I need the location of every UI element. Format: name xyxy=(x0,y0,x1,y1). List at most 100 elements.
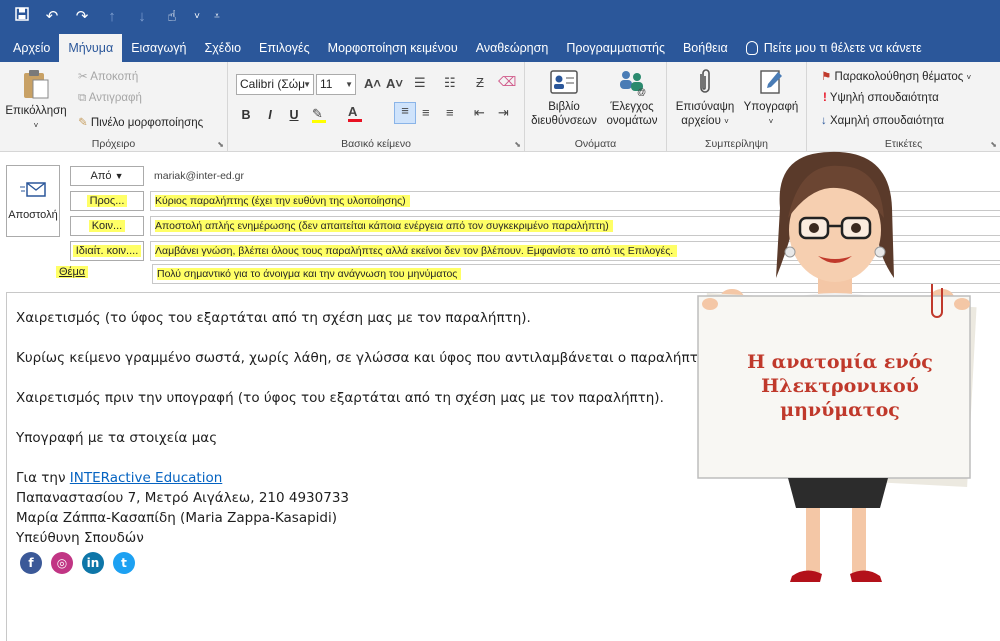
underline-button[interactable]: U xyxy=(284,108,304,122)
touch-mode-dropdown-icon[interactable]: ˅ xyxy=(192,7,202,27)
body-closing: Χαιρετισμός πριν την υπογραφή (το ύφος τ… xyxy=(16,390,664,406)
copy-icon: ⧉ xyxy=(78,92,87,104)
brush-icon: ✎ xyxy=(78,117,88,129)
signature-button[interactable]: Υπογραφή ˅ xyxy=(739,68,803,129)
chevron-down-icon: ▼ xyxy=(114,171,124,181)
attach-label-2: αρχείου xyxy=(681,115,721,127)
instagram-icon[interactable]: ◎ xyxy=(51,552,73,574)
tab-message[interactable]: Μήνυμα xyxy=(59,34,123,62)
increase-indent-icon[interactable]: ⇥ xyxy=(498,105,509,121)
paste-label: Επικόλληση xyxy=(5,105,67,117)
body-main-text: Κυρίως κείμενο γραμμένο σωστά, χωρίς λάθ… xyxy=(16,350,719,366)
customize-icon[interactable]: ⩡ xyxy=(212,7,222,27)
format-painter-label: Πινέλο μορφοποίησης xyxy=(90,117,204,129)
check-names-label-1: Έλεγχος xyxy=(610,101,654,113)
tell-me-box[interactable]: Πείτε μου τι θέλετε να κάνετε xyxy=(737,34,931,62)
signature-role: Υπεύθυνη Σπουδών xyxy=(16,530,144,546)
arrow-down-icon[interactable]: ↓ xyxy=(132,7,152,27)
bullets-icon[interactable]: ☰ xyxy=(414,75,426,91)
send-button[interactable]: Αποστολή xyxy=(6,165,60,237)
format-painter-button[interactable]: ✎ Πινέλο μορφοποίησης xyxy=(78,115,203,129)
twitter-icon[interactable]: t xyxy=(113,552,135,574)
arrow-down-icon: ↓ xyxy=(821,115,827,127)
paste-icon xyxy=(24,70,49,99)
chevron-down-icon: ▼ xyxy=(345,80,353,89)
flag-icon: ⚑ xyxy=(821,71,832,83)
subject-value: Πολύ σημαντικό για το άνοιγμα και την αν… xyxy=(157,268,462,280)
tab-help[interactable]: Βοήθεια xyxy=(674,34,737,62)
from-button[interactable]: Από ▼ xyxy=(70,166,144,186)
sign-title-line-2: Ηλεκτρονικού xyxy=(761,375,919,397)
dialog-launcher-icon[interactable]: ⬊ xyxy=(217,140,224,149)
undo-icon[interactable]: ↶ xyxy=(42,7,62,27)
signature-company-line: Για την INTERactive Education xyxy=(16,470,222,486)
bcc-label: Ιδιαίτ. κοιν.... xyxy=(72,245,142,257)
save-icon[interactable] xyxy=(12,7,32,27)
signature-name: Μαρία Ζάππα-Κασαπίδη (Maria Zappa-Kasapi… xyxy=(16,510,338,526)
bcc-button[interactable]: Ιδιαίτ. κοιν.... xyxy=(70,241,144,261)
highlight-icon[interactable]: ✎ xyxy=(312,106,326,123)
check-names-button[interactable]: @ Έλεγχος ονομάτων xyxy=(601,68,663,128)
send-icon xyxy=(20,182,46,197)
follow-up-button[interactable]: ⚑ Παρακολούθηση θέματος ˅ xyxy=(821,69,971,83)
cut-button[interactable]: ✂ Αποκοπή xyxy=(78,69,138,83)
signature-icon xyxy=(760,70,782,94)
font-size-select[interactable]: 11 ▼ xyxy=(316,74,356,95)
grow-font-icon[interactable]: A˄ xyxy=(364,76,381,91)
body-greeting: Χαιρετισμός (το ύφος του εξαρτάται από τ… xyxy=(16,310,531,326)
copy-button[interactable]: ⧉ Αντιγραφή xyxy=(78,92,142,105)
numbering-icon[interactable]: ☷ xyxy=(444,75,456,91)
touch-mode-icon[interactable]: ☝ xyxy=(162,7,182,27)
high-importance-button[interactable]: ! Υψηλή σπουδαιότητα xyxy=(823,92,939,104)
company-link[interactable]: INTERactive Education xyxy=(70,470,222,486)
align-right-icon[interactable]: ≡ xyxy=(446,105,454,120)
facebook-icon[interactable]: f xyxy=(20,552,42,574)
sign-title-line-3: μηνύματος xyxy=(780,399,900,421)
font-color-icon[interactable]: A xyxy=(348,104,362,122)
tab-format-text[interactable]: Μορφοποίηση κειμένου xyxy=(319,34,467,62)
styles-icon[interactable]: Ƶ xyxy=(476,75,484,90)
cut-label: Αποκοπή xyxy=(90,71,139,83)
low-importance-label: Χαμηλή σπουδαιότητα xyxy=(829,115,944,127)
tab-review[interactable]: Αναθεώρηση xyxy=(467,34,558,62)
align-center-icon[interactable]: ≡ xyxy=(422,105,430,120)
names-group-label: Ονόματα xyxy=(574,138,617,150)
tab-developer[interactable]: Προγραμματιστής xyxy=(557,34,674,62)
arrow-up-icon[interactable]: ↑ xyxy=(102,7,122,27)
cc-button[interactable]: Κοιν... xyxy=(70,216,144,236)
redo-icon[interactable]: ↷ xyxy=(72,7,92,27)
tab-options[interactable]: Επιλογές xyxy=(250,34,319,62)
ribbon: Επικόλληση ˅ ✂ Αποκοπή ⧉ Αντιγραφή ✎ Πιν… xyxy=(0,62,1000,152)
dialog-launcher-icon[interactable]: ⬊ xyxy=(514,140,521,149)
paperclip-icon xyxy=(700,69,710,93)
tab-insert[interactable]: Εισαγωγή xyxy=(122,34,195,62)
font-name-select[interactable]: Calibri (Σώμ ▼ xyxy=(236,74,314,95)
to-label: Προς... xyxy=(86,195,128,207)
signature-prefix: Για την xyxy=(16,470,70,486)
clear-format-icon[interactable]: ⌫ xyxy=(498,74,516,90)
attach-label-1: Επισύναψη xyxy=(675,101,735,113)
chevron-down-icon: ˅ xyxy=(724,117,729,126)
signature-label: Υπογραφή xyxy=(743,101,799,113)
low-importance-button[interactable]: ↓ Χαμηλή σπουδαιότητα xyxy=(821,115,944,127)
to-button[interactable]: Προς... xyxy=(70,191,144,211)
clipboard-group: Επικόλληση ˅ ✂ Αποκοπή ⧉ Αντιγραφή ✎ Πιν… xyxy=(0,62,228,152)
address-book-button[interactable]: Βιβλίο διευθύνσεων xyxy=(529,68,599,128)
italic-button[interactable]: I xyxy=(260,108,280,122)
tab-design[interactable]: Σχέδιο xyxy=(195,34,250,62)
font-size-value: 11 xyxy=(320,77,333,91)
paste-dropdown-icon: ˅ xyxy=(33,121,39,130)
decrease-indent-icon[interactable]: ⇤ xyxy=(474,105,485,121)
align-left-icon[interactable]: ≡ xyxy=(394,102,416,124)
tell-me-label: Πείτε μου τι θέλετε να κάνετε xyxy=(763,41,922,55)
attach-file-button[interactable]: Επισύναψη αρχείου ˅ xyxy=(673,68,737,129)
paste-button[interactable]: Επικόλληση ˅ xyxy=(4,68,68,133)
subject-label: Θέμα xyxy=(56,266,89,278)
names-group: Βιβλίο διευθύνσεων @ Έλεγχος ονομάτων Ον… xyxy=(525,62,667,152)
linkedin-icon[interactable]: in xyxy=(82,552,104,574)
shrink-font-icon[interactable]: A˅ xyxy=(386,76,403,91)
check-names-label-2: ονομάτων xyxy=(606,115,658,127)
chevron-down-icon: ˅ xyxy=(966,73,972,82)
bold-button[interactable]: B xyxy=(236,108,256,122)
tab-file[interactable]: Αρχείο xyxy=(4,34,59,62)
